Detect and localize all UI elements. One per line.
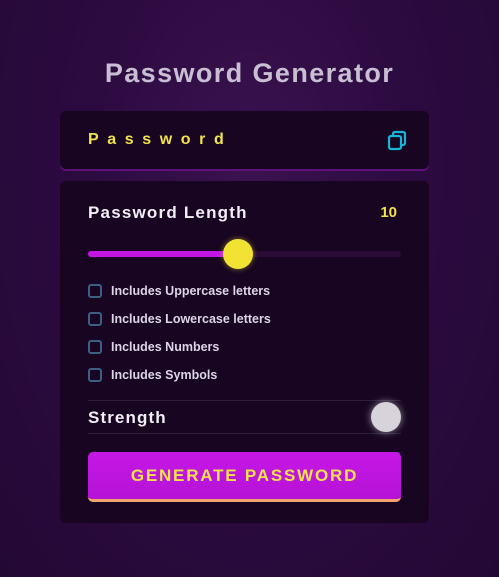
password-output-text: Password	[88, 131, 233, 148]
copy-icon[interactable]	[386, 129, 408, 151]
numbers-checkbox[interactable]	[88, 340, 102, 354]
strength-indicator	[371, 402, 401, 432]
copy-icon-svg	[387, 130, 407, 151]
lowercase-checkbox[interactable]	[88, 312, 102, 326]
password-output: Password	[60, 111, 429, 169]
uppercase-label: Includes Uppercase letters	[111, 284, 271, 298]
length-slider-thumb[interactable]	[223, 239, 254, 269]
numbers-label: Includes Numbers	[111, 340, 220, 354]
generate-password-button[interactable]: GENERATE PASSWORD	[88, 452, 401, 502]
password-length-value: 10	[380, 204, 397, 221]
strength-label: Strength	[88, 408, 167, 427]
uppercase-checkbox[interactable]	[88, 284, 102, 298]
option-lowercase[interactable]: Includes Lowercase letters	[88, 305, 388, 333]
length-slider-fill	[88, 251, 239, 257]
lowercase-label: Includes Lowercase letters	[111, 312, 271, 326]
option-numbers[interactable]: Includes Numbers	[88, 333, 388, 361]
option-uppercase[interactable]: Includes Uppercase letters	[88, 277, 388, 305]
password-length-label: Password Length	[88, 203, 248, 222]
options-list: Includes Uppercase letters Includes Lowe…	[88, 277, 388, 389]
page-title: Password Generator	[104, 58, 395, 88]
symbols-label: Includes Symbols	[111, 368, 218, 382]
option-symbols[interactable]: Includes Symbols	[88, 361, 388, 389]
symbols-checkbox[interactable]	[88, 368, 102, 382]
settings-panel: Password Length 10 Includes Uppercase le…	[60, 181, 429, 523]
strength-row: Strength	[88, 400, 401, 434]
length-slider[interactable]	[88, 239, 401, 269]
